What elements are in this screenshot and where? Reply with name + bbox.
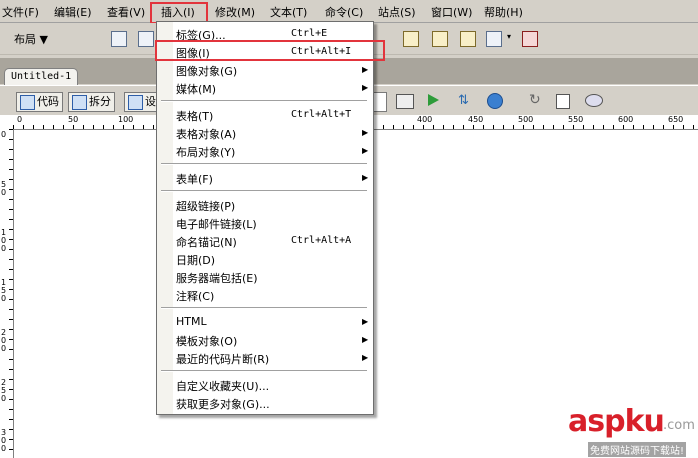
menu-item-get-more-objects[interactable]: 获取更多对象(G)... [176, 396, 270, 412]
ruler-mark: 0 [1, 130, 7, 139]
menu-site[interactable]: 站点(S) [378, 4, 416, 20]
menu-help[interactable]: 帮助(H) [484, 4, 523, 20]
menu-item-hyperlink[interactable]: 超级链接(P) [176, 198, 235, 214]
ruler-mark: 100 [118, 115, 134, 124]
ruler-mark: 500 [518, 115, 534, 124]
code-view-label: 代码 [37, 95, 59, 108]
menu-bar: 文件(F) 编辑(E) 查看(V) 插入(I) 修改(M) 文本(T) 命令(C… [0, 0, 698, 23]
menu-item-customize-favorites[interactable]: 自定义收藏夹(U)... [176, 378, 269, 394]
ruler-mark: 650 [668, 115, 684, 124]
image-item-highlight [155, 40, 385, 61]
ruler-mark: 1 0 0 [1, 228, 7, 253]
layer-icon[interactable] [138, 31, 154, 47]
preview-icon[interactable] [428, 94, 439, 106]
menu-item-html[interactable]: HTML [176, 315, 207, 328]
layout-cell-icon[interactable] [460, 31, 476, 47]
insert-menu-dropdown: 标签(G)... Ctrl+E 图像(I) Ctrl+Alt+I 图像对象(G)… [156, 21, 374, 415]
ruler-mark: 3 0 0 [1, 428, 7, 453]
ruler-mark: 550 [568, 115, 584, 124]
ruler-mark: 450 [468, 115, 484, 124]
menu-edit[interactable]: 编辑(E) [54, 4, 92, 20]
menu-item-layout-objects[interactable]: 布局对象(Y) [176, 144, 235, 160]
document-tab-title: Untitled-1 [11, 71, 72, 82]
menu-modify[interactable]: 修改(M) [215, 4, 255, 20]
view-options-icon[interactable] [556, 94, 570, 109]
split-view-button[interactable]: 拆分 [68, 92, 115, 112]
menu-window[interactable]: 窗口(W) [431, 4, 472, 20]
design-view-label: 设 [145, 95, 156, 108]
frames-icon[interactable] [486, 31, 502, 47]
shortcut-table: Ctrl+Alt+T [291, 109, 352, 120]
split-view-icon [72, 95, 87, 110]
refresh-icon[interactable]: ↻ [529, 92, 541, 108]
ruler-ticks [9, 129, 13, 458]
refresh-design-icon[interactable]: ⇅ [458, 93, 469, 108]
split-view-label: 拆分 [89, 95, 111, 108]
expanded-table-icon[interactable] [403, 31, 419, 47]
submenu-arrow-icon: ▶ [362, 83, 369, 92]
submenu-arrow-icon: ▶ [362, 65, 369, 74]
menu-item-named-anchor[interactable]: 命名锚记(N) [176, 234, 237, 250]
menu-separator [161, 307, 367, 309]
ruler-corner [0, 115, 14, 130]
draw-layer-icon[interactable] [522, 31, 538, 47]
menu-item-table[interactable]: 表格(T) [176, 108, 213, 124]
watermark-brand: aspku [568, 404, 665, 439]
ruler-mark: 5 0 [1, 180, 7, 197]
menu-separator [161, 163, 367, 165]
menu-commands[interactable]: 命令(C) [325, 4, 363, 20]
code-view-button[interactable]: 代码 [16, 92, 63, 112]
menu-item-table-objects[interactable]: 表格对象(A) [176, 126, 236, 142]
menu-separator [161, 190, 367, 192]
menu-view[interactable]: 查看(V) [107, 4, 145, 20]
title-input[interactable] [372, 92, 387, 112]
submenu-arrow-icon: ▶ [362, 128, 369, 137]
submenu-arrow-icon: ▶ [362, 146, 369, 155]
design-view-button[interactable]: 设 [124, 92, 159, 112]
globe-icon[interactable] [487, 93, 503, 109]
menu-item-recent-snippets[interactable]: 最近的代码片断(R) [176, 351, 269, 367]
table-icon[interactable] [111, 31, 127, 47]
visual-aids-icon[interactable] [585, 94, 603, 107]
ruler-mark: 2 5 0 [1, 378, 7, 403]
menu-item-server-include[interactable]: 服务器端包括(E) [176, 270, 258, 286]
submenu-arrow-icon: ▶ [362, 335, 369, 344]
watermark-tagline: 免费网站源码下载站! [588, 442, 687, 457]
menu-item-template-objects[interactable]: 模板对象(O) [176, 333, 237, 349]
menu-item-email-link[interactable]: 电子邮件链接(L) [176, 216, 257, 232]
watermark-logo: aspku .com 免费网站源码下载站! [518, 404, 698, 458]
document-tab[interactable]: Untitled-1 [4, 68, 78, 85]
chevron-down-icon[interactable]: ▾ [507, 32, 511, 41]
menu-gutter [157, 22, 173, 414]
watermark-suffix: .com [663, 418, 695, 433]
ruler-mark: 400 [417, 115, 433, 124]
menu-item-media[interactable]: 媒体(M) [176, 81, 216, 97]
layout-dropdown[interactable]: 布局 ▼ [14, 31, 48, 47]
ruler-mark: 1 5 0 [1, 278, 7, 303]
menu-item-date[interactable]: 日期(D) [176, 252, 215, 268]
shortcut-named-anchor: Ctrl+Alt+A [291, 235, 352, 246]
menu-separator [161, 370, 367, 372]
ruler-mark: 50 [68, 115, 79, 124]
submenu-arrow-icon: ▶ [362, 173, 369, 182]
ruler-mark: 2 0 0 [1, 328, 7, 353]
frame-icon[interactable] [432, 31, 448, 47]
ruler-mark: 600 [618, 115, 634, 124]
design-view-icon [128, 95, 143, 110]
menu-item-image-objects[interactable]: 图像对象(G) [176, 63, 237, 79]
shortcut-tag: Ctrl+E [291, 28, 328, 39]
submenu-arrow-icon: ▶ [362, 353, 369, 362]
file-management-icon[interactable] [396, 94, 414, 109]
menu-item-comment[interactable]: 注释(C) [176, 288, 214, 304]
vertical-ruler: 0 5 0 1 0 0 1 5 0 2 0 0 2 5 0 3 0 0 [0, 129, 14, 458]
ruler-mark: 0 [17, 115, 23, 124]
menu-separator [161, 100, 367, 102]
menu-file[interactable]: 文件(F) [2, 4, 39, 20]
code-view-icon [20, 95, 35, 110]
submenu-arrow-icon: ▶ [362, 317, 369, 326]
menu-item-form[interactable]: 表单(F) [176, 171, 213, 187]
menu-text[interactable]: 文本(T) [270, 4, 307, 20]
